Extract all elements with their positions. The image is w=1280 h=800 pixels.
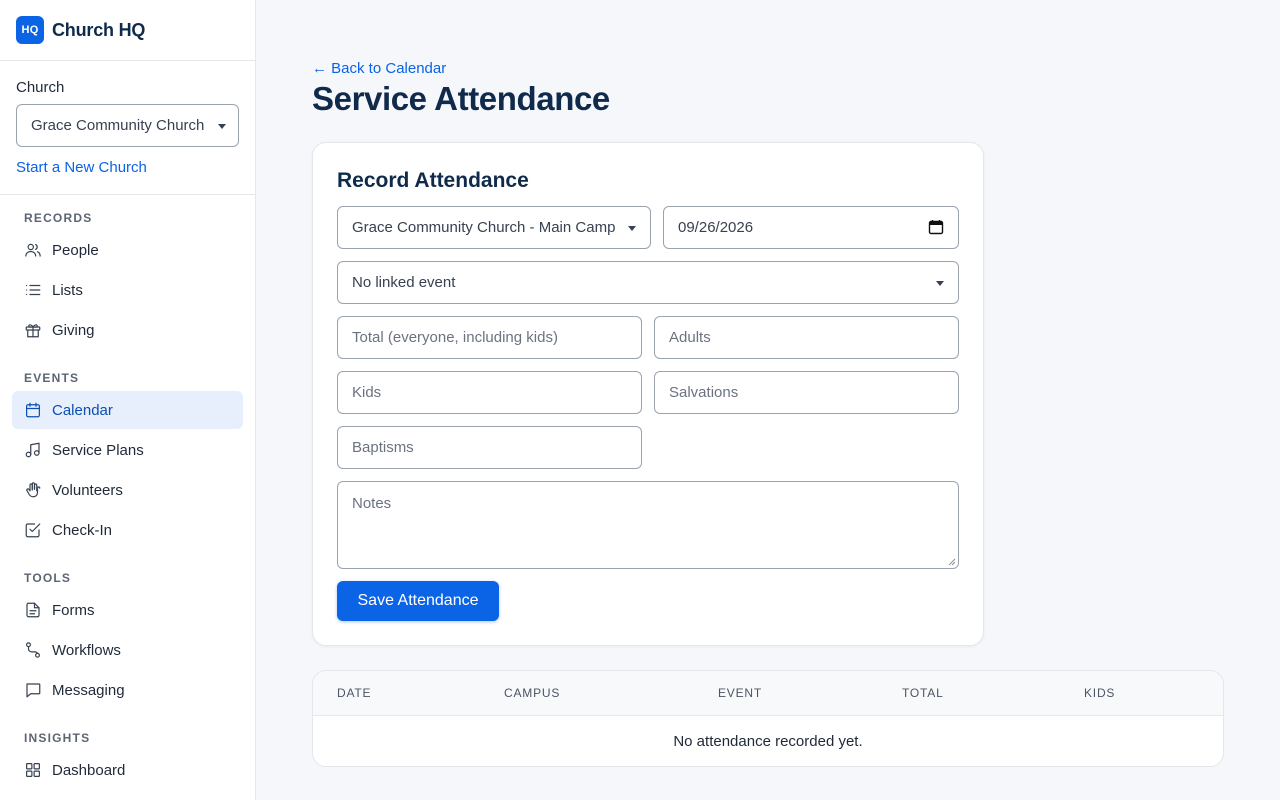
chevron-down-icon bbox=[218, 123, 226, 129]
church-select-value: Grace Community Church bbox=[31, 117, 205, 134]
chevron-down-icon bbox=[936, 280, 944, 286]
record-attendance-card: Record Attendance Grace Community Church… bbox=[312, 142, 984, 646]
list-icon bbox=[24, 281, 42, 299]
salvations-input[interactable]: Salvations bbox=[654, 371, 959, 414]
sidebar-item-label: Lists bbox=[52, 281, 83, 299]
check-square-icon bbox=[24, 521, 42, 539]
gift-icon bbox=[24, 321, 42, 339]
dashboard-icon bbox=[24, 761, 42, 779]
card-title: Record Attendance bbox=[337, 169, 529, 192]
brand-name[interactable]: Church HQ bbox=[52, 20, 145, 41]
calendar-picker-icon[interactable] bbox=[928, 219, 944, 235]
sidebar-item-forms[interactable]: Forms bbox=[12, 591, 243, 629]
sidebar-item-people[interactable]: People bbox=[12, 231, 243, 269]
message-icon bbox=[24, 681, 42, 699]
total-placeholder: Total (everyone, including kids) bbox=[352, 329, 558, 346]
column-header-date[interactable]: DATE bbox=[337, 671, 371, 716]
sidebar-item-label: Calendar bbox=[52, 401, 113, 419]
attendance-table: DATE CAMPUS EVENT TOTAL KIDS No attendan… bbox=[312, 670, 1224, 767]
music-note-icon bbox=[24, 441, 42, 459]
date-input-value: 09/26/2026 bbox=[678, 219, 754, 236]
back-to-calendar-link[interactable]: ← Back to Calendar bbox=[312, 60, 446, 77]
sidebar-item-label: Messaging bbox=[52, 681, 125, 699]
sidebar-item-dashboard[interactable]: Dashboard bbox=[12, 751, 243, 789]
main-content: ← Back to Calendar Service Attendance Re… bbox=[256, 0, 1280, 800]
save-attendance-button[interactable]: Save Attendance bbox=[337, 581, 499, 621]
people-icon bbox=[24, 241, 42, 259]
church-label: Church bbox=[16, 79, 65, 96]
baptisms-input[interactable]: Baptisms bbox=[337, 426, 642, 469]
brand-header: HQ Church HQ bbox=[0, 0, 255, 61]
sidebar-item-calendar[interactable]: Calendar bbox=[12, 391, 243, 429]
total-input[interactable]: Total (everyone, including kids) bbox=[337, 316, 642, 359]
campus-select-value: Grace Community Church - Main Campus bbox=[352, 219, 616, 236]
start-new-church-link[interactable]: Start a New Church bbox=[16, 159, 147, 176]
sidebar-item-label: Dashboard bbox=[52, 761, 126, 779]
date-input[interactable]: 09/26/2026 bbox=[663, 206, 959, 249]
notes-textarea[interactable]: Notes bbox=[337, 481, 959, 569]
adults-placeholder: Adults bbox=[669, 329, 711, 346]
sidebar-item-check-in[interactable]: Check-In bbox=[12, 511, 243, 549]
sidebar-item-label: Forms bbox=[52, 601, 95, 619]
nav-section-title: INSIGHTS bbox=[24, 731, 91, 745]
sidebar-item-label: Service Plans bbox=[52, 441, 144, 459]
resize-handle-icon[interactable] bbox=[947, 557, 956, 566]
table-header: DATE CAMPUS EVENT TOTAL KIDS bbox=[313, 671, 1223, 716]
sidebar-item-messaging[interactable]: Messaging bbox=[12, 671, 243, 709]
sidebar-item-service-plans[interactable]: Service Plans bbox=[12, 431, 243, 469]
sidebar-item-label: Workflows bbox=[52, 641, 121, 659]
sidebar-item-lists[interactable]: Lists bbox=[12, 271, 243, 309]
sidebar-item-label: Volunteers bbox=[52, 481, 123, 499]
chevron-down-icon bbox=[628, 225, 636, 231]
nav-section-title: EVENTS bbox=[24, 371, 80, 385]
calendar-icon bbox=[24, 401, 42, 419]
church-selector-block: Church Grace Community Church Start a Ne… bbox=[0, 61, 255, 195]
sidebar-item-giving[interactable]: Giving bbox=[12, 311, 243, 349]
sidebar-item-volunteers[interactable]: Volunteers bbox=[12, 471, 243, 509]
workflow-icon bbox=[24, 641, 42, 659]
nav-records: RECORDS People Lists Giving EVENTS Calen… bbox=[0, 211, 255, 789]
sidebar-item-label: People bbox=[52, 241, 99, 259]
church-select[interactable]: Grace Community Church bbox=[16, 104, 239, 147]
salvations-placeholder: Salvations bbox=[669, 384, 739, 401]
baptisms-placeholder: Baptisms bbox=[352, 439, 414, 456]
column-header-total[interactable]: TOTAL bbox=[902, 671, 944, 716]
column-header-event[interactable]: EVENT bbox=[718, 671, 762, 716]
brand-logo[interactable]: HQ bbox=[16, 16, 44, 44]
kids-input[interactable]: Kids bbox=[337, 371, 642, 414]
sidebar-item-label: Giving bbox=[52, 321, 95, 339]
column-header-kids[interactable]: KIDS bbox=[1084, 671, 1115, 716]
kids-placeholder: Kids bbox=[352, 384, 382, 401]
nav-section-title: TOOLS bbox=[24, 571, 72, 585]
notes-placeholder: Notes bbox=[352, 495, 392, 512]
column-header-campus[interactable]: CAMPUS bbox=[504, 671, 560, 716]
linked-event-value: No linked event bbox=[352, 274, 456, 291]
nav-section-title: RECORDS bbox=[24, 211, 93, 225]
adults-input[interactable]: Adults bbox=[654, 316, 959, 359]
sidebar-item-label: Check-In bbox=[52, 521, 113, 539]
sidebar-item-workflows[interactable]: Workflows bbox=[12, 631, 243, 669]
hand-icon bbox=[24, 481, 42, 499]
linked-event-select[interactable]: No linked event bbox=[337, 261, 959, 304]
document-icon bbox=[24, 601, 42, 619]
empty-state-message: No attendance recorded yet. bbox=[673, 733, 863, 750]
sidebar: HQ Church HQ Church Grace Community Chur… bbox=[0, 0, 256, 800]
campus-select[interactable]: Grace Community Church - Main Campus bbox=[337, 206, 651, 249]
page-title: Service Attendance bbox=[312, 80, 610, 117]
